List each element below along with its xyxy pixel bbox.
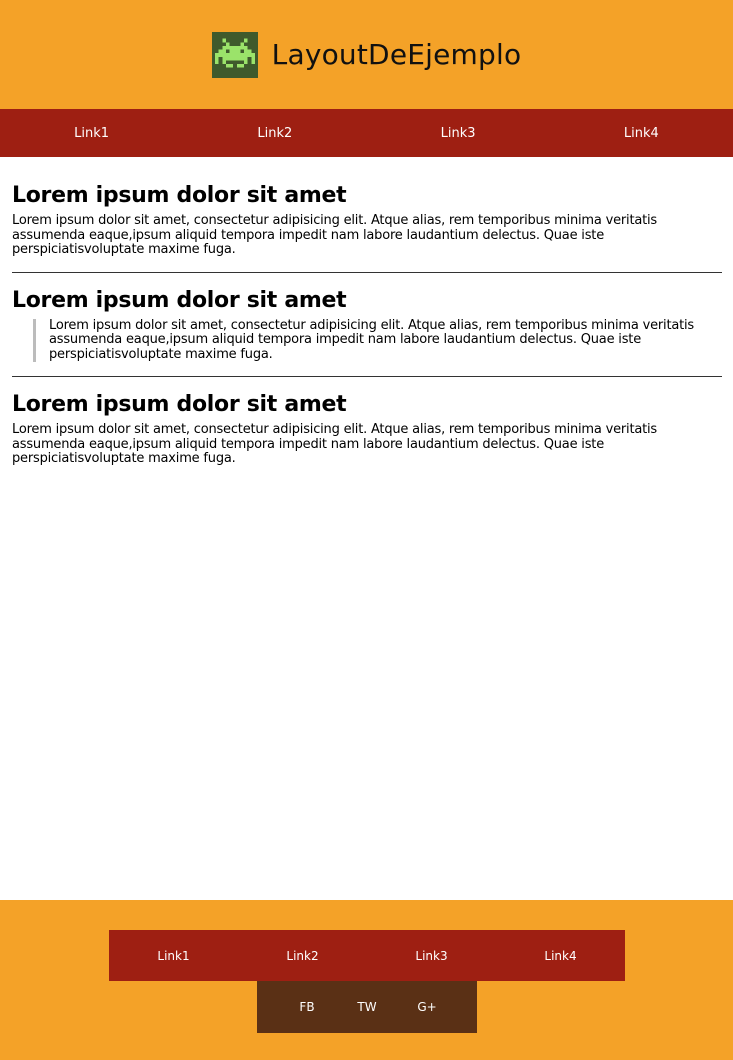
article-1: Lorem ipsum dolor sit amet Lorem ipsum d… — [12, 183, 722, 258]
article-2: Lorem ipsum dolor sit amet Lorem ipsum d… — [12, 287, 722, 362]
top-nav: Link1 Link2 Link3 Link4 — [0, 109, 733, 157]
nav-link-2[interactable]: Link2 — [183, 109, 366, 157]
social-links: FB TW G+ — [257, 981, 477, 1033]
article-3: Lorem ipsum dolor sit amet Lorem ipsum d… — [12, 392, 722, 467]
footer-nav: Link1 Link2 Link3 Link4 — [109, 930, 625, 981]
divider — [12, 376, 722, 377]
article-body: Lorem ipsum dolor sit amet, consectetur … — [12, 422, 657, 466]
footer-link-1[interactable]: Link1 — [109, 930, 238, 981]
footer-link-4[interactable]: Link4 — [496, 930, 625, 981]
article-heading: Lorem ipsum dolor sit amet — [12, 287, 347, 313]
article-heading: Lorem ipsum dolor sit amet — [12, 183, 347, 208]
facebook-link[interactable]: FB — [277, 1000, 337, 1014]
space-invader-icon — [211, 31, 258, 78]
twitter-link[interactable]: TW — [337, 1000, 397, 1014]
google-plus-link[interactable]: G+ — [397, 1000, 457, 1014]
footer-link-3[interactable]: Link3 — [367, 930, 496, 981]
nav-link-4[interactable]: Link4 — [550, 109, 733, 157]
main-content: Lorem ipsum dolor sit amet Lorem ipsum d… — [0, 157, 733, 467]
nav-link-3[interactable]: Link3 — [367, 109, 550, 157]
site-header: LayoutDeEjemplo — [0, 0, 733, 109]
footer-link-2[interactable]: Link2 — [238, 930, 367, 981]
site-title: LayoutDeEjemplo — [271, 38, 522, 71]
article-body: Lorem ipsum dolor sit amet, consectetur … — [12, 213, 657, 257]
divider — [12, 271, 722, 273]
quote-text: Lorem ipsum dolor sit amet, consectetur … — [49, 317, 694, 362]
article-heading: Lorem ipsum dolor sit amet — [12, 392, 347, 417]
site-footer: Link1 Link2 Link3 Link4 FB TW G+ — [0, 900, 733, 1060]
article-quote: Lorem ipsum dolor sit amet, consectetur … — [33, 317, 722, 362]
brand[interactable]: LayoutDeEjemplo — [211, 31, 522, 78]
nav-link-1[interactable]: Link1 — [0, 109, 183, 157]
